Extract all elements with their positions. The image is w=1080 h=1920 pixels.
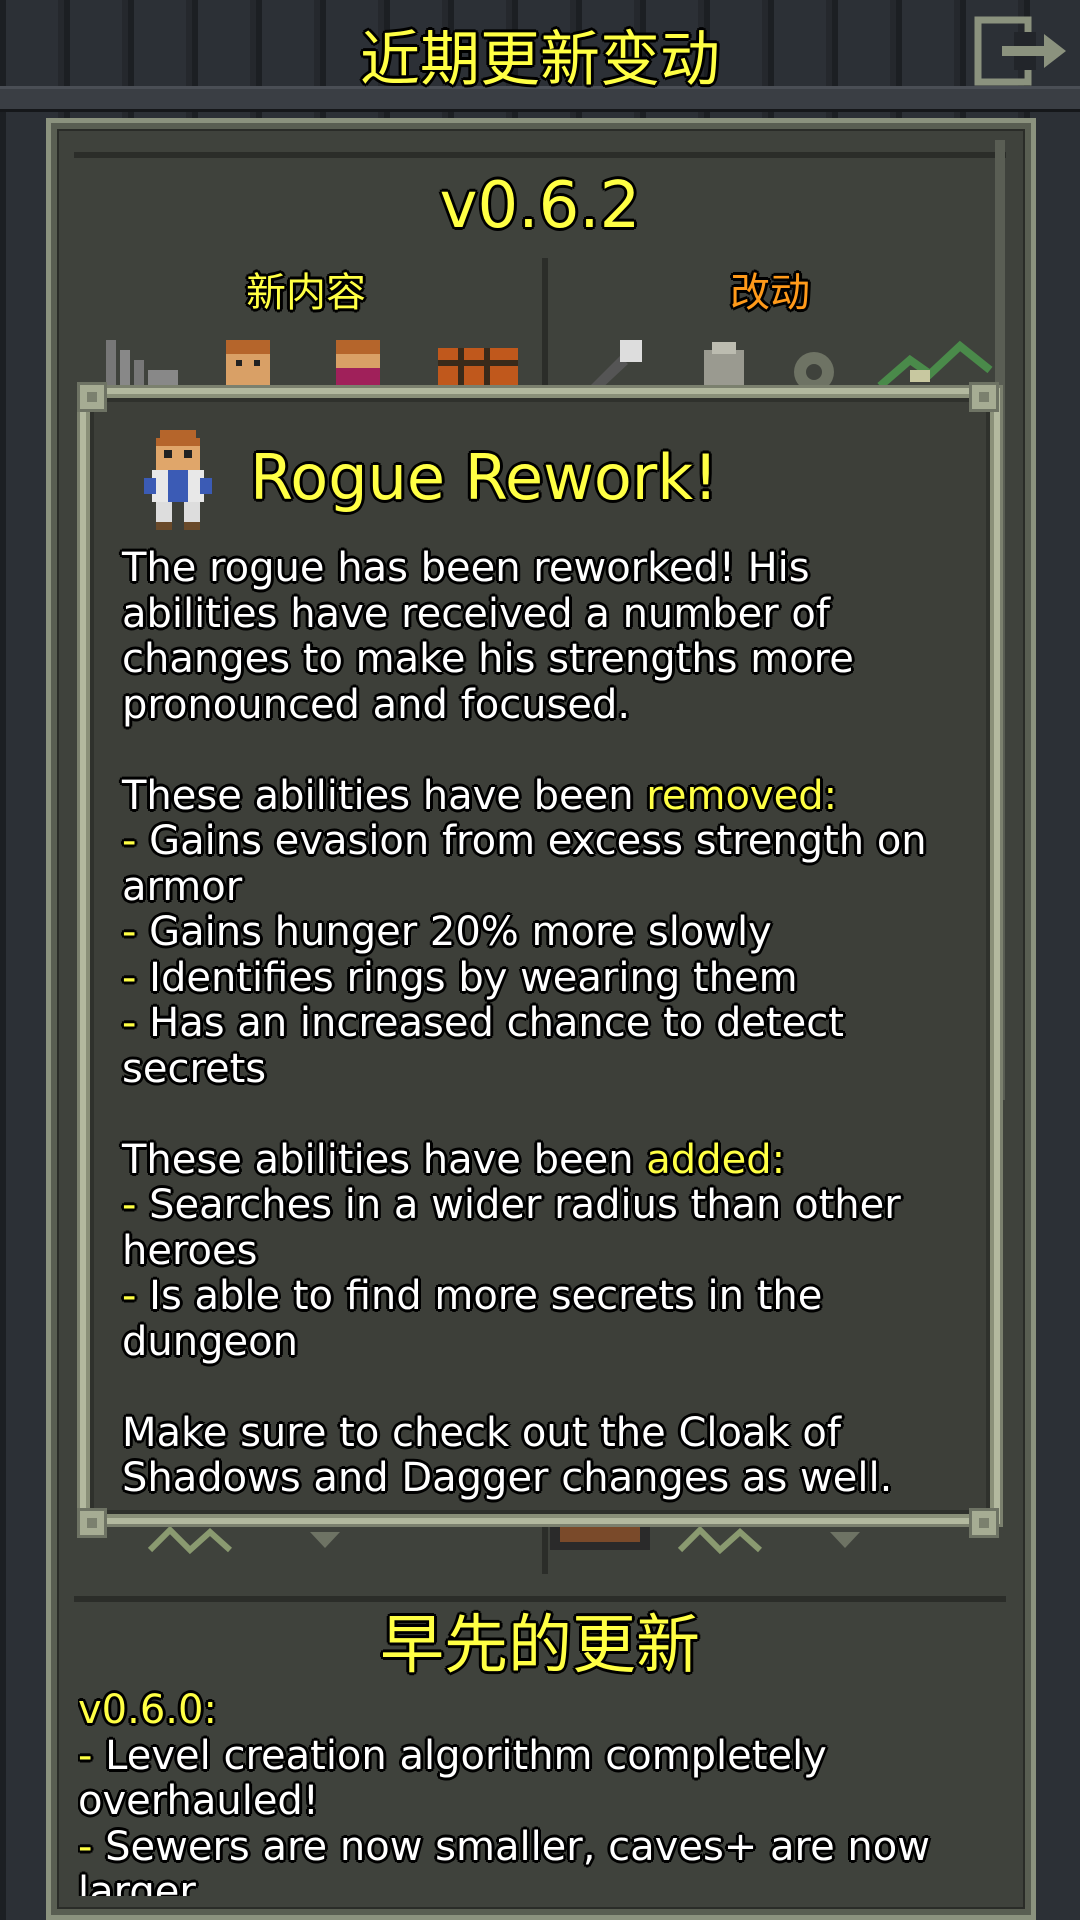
dialog-body: The rogue has been reworked! His abiliti… xyxy=(122,545,962,1502)
changes-header: 改动 xyxy=(730,270,810,316)
armor-icon[interactable] xyxy=(704,342,744,388)
list-item: - Identifies rings by wearing them xyxy=(122,954,798,1001)
section-separator xyxy=(74,1596,1006,1602)
huntress-portrait-icon[interactable] xyxy=(336,340,380,388)
removed-keyword: removed: xyxy=(646,772,838,819)
earlier-version-label: v0.6.0: xyxy=(78,1688,217,1733)
dialog-corner xyxy=(969,382,999,412)
dialog-corner xyxy=(77,382,107,412)
intro-text: The rogue has been reworked! His abiliti… xyxy=(122,545,854,728)
arrow-down-icon[interactable] xyxy=(310,1532,340,1548)
list-item: - Gains hunger 20% more slowly xyxy=(122,909,772,955)
pillars-icon[interactable] xyxy=(106,340,178,388)
lower-icon-row xyxy=(147,1520,860,1555)
current-version-label: v0.6.2 xyxy=(439,169,641,243)
dialog-corner xyxy=(77,1508,107,1538)
changes-icons xyxy=(590,340,993,388)
rogue-portrait-icon[interactable] xyxy=(226,340,270,388)
grass-icon[interactable] xyxy=(677,1525,763,1555)
list-item: - Is able to find more secrets in the du… xyxy=(122,1273,823,1365)
dialog-title: Rogue Rework! xyxy=(250,441,719,514)
list-item: - Has an increased chance to detect secr… xyxy=(122,1000,844,1092)
list-item: - Level creation algorithm completely ov… xyxy=(78,1732,827,1824)
new-content-icons xyxy=(106,340,518,388)
added-heading: These abilities have been added: xyxy=(122,1136,786,1183)
removed-heading: These abilities have been removed: xyxy=(122,772,838,819)
list-item: - Searches in a wider radius than other … xyxy=(122,1182,901,1274)
rogue-hero-sprite xyxy=(144,430,212,530)
screen-title: 近期更新变动 xyxy=(360,25,720,95)
list-item: - Gains evasion from excess strength on … xyxy=(122,818,927,910)
exit-button[interactable] xyxy=(974,16,1070,86)
arrow-down-icon[interactable] xyxy=(830,1532,860,1548)
earlier-updates-title: 早先的更新 xyxy=(380,1609,700,1683)
earlier-updates-text: v0.6.0: - Level creation algorithm compl… xyxy=(78,1688,1008,1896)
gear-icon[interactable] xyxy=(794,352,834,388)
added-keyword: added: xyxy=(646,1136,786,1183)
dagger-icon[interactable] xyxy=(590,340,642,388)
grass-icon[interactable] xyxy=(147,1525,233,1555)
exit-door-icon xyxy=(974,16,1066,86)
outro-text: Make sure to check out the Cloak of Shad… xyxy=(122,1409,893,1501)
dialog-corner xyxy=(969,1508,999,1538)
new-content-header: 新内容 xyxy=(246,270,366,316)
chest-icon[interactable] xyxy=(550,1520,650,1550)
vines-icon[interactable] xyxy=(877,340,993,388)
list-item: - Sewers are now smaller, caves+ are now… xyxy=(78,1823,930,1896)
crate-icon[interactable] xyxy=(438,348,518,388)
